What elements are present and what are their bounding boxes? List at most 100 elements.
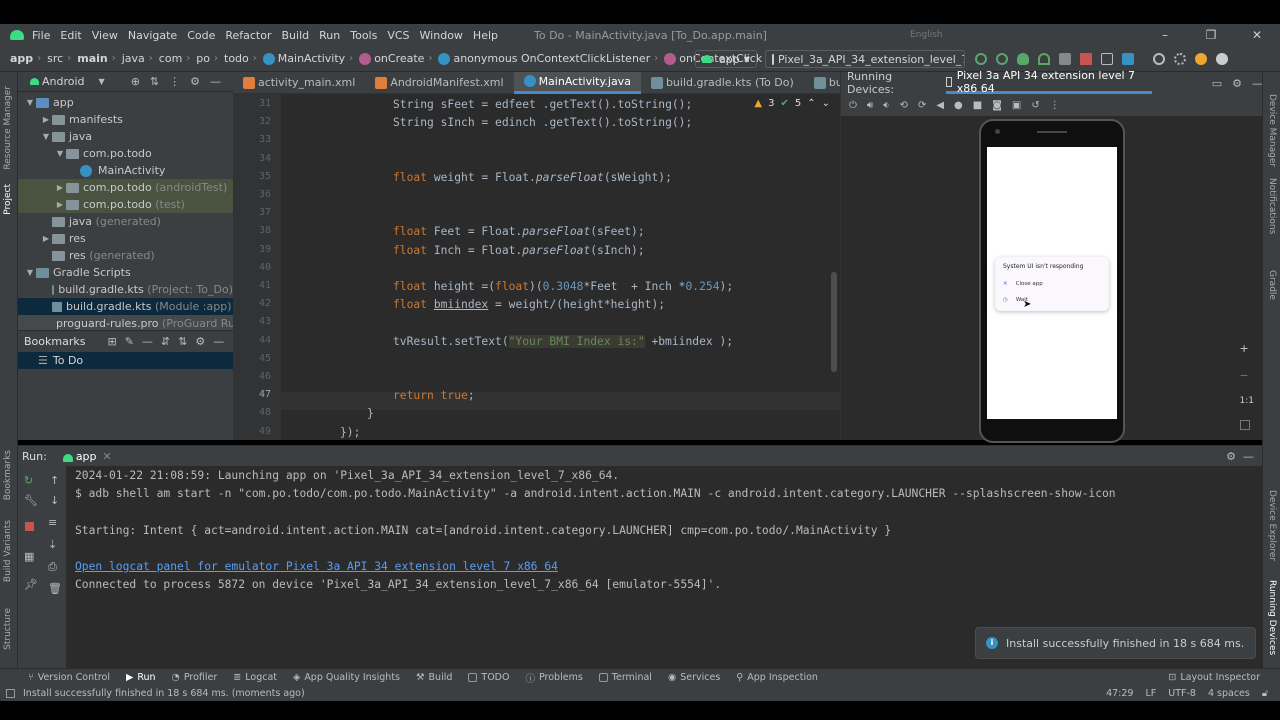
- emulator-screen[interactable]: System UI isn't responding ✕ Close app ◷ W…: [987, 147, 1117, 419]
- menu-file[interactable]: File: [32, 29, 50, 42]
- indent-setting[interactable]: 4 spaces: [1208, 688, 1250, 699]
- code-line[interactable]: float weight = Float.parseFloat(sWeight)…: [393, 171, 672, 184]
- tool-todo[interactable]: TODO: [468, 672, 509, 683]
- run-configuration-select[interactable]: app ▼: [695, 50, 757, 68]
- tool-problems[interactable]: ⓘ Problems: [525, 671, 582, 685]
- minimize-icon[interactable]: –: [1142, 28, 1188, 42]
- tree-item-build-gradle-module[interactable]: build.gradle.kts (Module :app): [18, 298, 233, 315]
- bookmark-list-item[interactable]: ☰ To Do: [18, 352, 233, 369]
- tree-item-res[interactable]: ▶ res: [18, 230, 233, 247]
- up-icon[interactable]: ⌃: [807, 98, 815, 109]
- up-icon[interactable]: ↑: [50, 474, 59, 487]
- code-line[interactable]: float bmiindex = weight/(height*height);: [393, 298, 665, 311]
- code-line[interactable]: float Feet = Float.parseFloat(sFeet);: [393, 225, 645, 238]
- menu-code[interactable]: Code: [187, 29, 215, 42]
- down-icon[interactable]: ⌄: [822, 98, 830, 109]
- menu-vcs[interactable]: VCS: [387, 29, 409, 42]
- crumb-src[interactable]: src: [47, 52, 63, 65]
- stop-icon[interactable]: [25, 522, 34, 531]
- tool-logcat[interactable]: ≣ Logcat: [233, 672, 277, 683]
- code-line[interactable]: String sFeet = edfeet .getText().toStrin…: [393, 98, 692, 111]
- rotate-right-icon[interactable]: ⟳: [918, 100, 926, 111]
- down-icon[interactable]: ↓: [50, 494, 59, 507]
- notifications-tab[interactable]: Notifications: [1267, 178, 1277, 234]
- crumb-todo[interactable]: todo: [224, 52, 249, 65]
- menu-navigate[interactable]: Navigate: [128, 29, 177, 42]
- device-tab[interactable]: Pixel 3a API 34 extension level 7 x86 64: [946, 69, 1152, 95]
- overview-icon[interactable]: ■: [973, 100, 982, 111]
- rotate-left-icon[interactable]: ⟲: [900, 100, 908, 111]
- anr-close-option[interactable]: ✕ Close app: [1003, 281, 1043, 287]
- project-tab[interactable]: Project: [3, 184, 13, 215]
- hide-icon[interactable]: —: [210, 75, 221, 88]
- crumb-oncreate[interactable]: onCreate: [374, 52, 424, 65]
- rerun-icon[interactable]: ↻: [24, 474, 33, 487]
- bookmarks-tab[interactable]: Bookmarks: [3, 450, 13, 500]
- tree-item-manifests[interactable]: ▶ manifests: [18, 111, 233, 128]
- tool-version-control[interactable]: ⑂ Version Control: [28, 672, 110, 683]
- code-line[interactable]: float height =(float)(0.3048*Feet + Inch…: [393, 280, 733, 293]
- menu-run[interactable]: Run: [319, 29, 340, 42]
- tree-item-androidtest[interactable]: ▶ com.po.todo (androidTest): [18, 179, 233, 196]
- screenshot-icon[interactable]: ◙: [992, 100, 1002, 111]
- project-view-select[interactable]: Android: [42, 75, 85, 88]
- zoom-actual-size-button[interactable]: 1:1: [1240, 396, 1254, 406]
- file-encoding[interactable]: UTF-8: [1168, 688, 1196, 699]
- screen-record-icon[interactable]: ▣: [1012, 100, 1021, 111]
- menu-view[interactable]: View: [92, 29, 118, 42]
- attach-debugger-icon[interactable]: [1059, 53, 1071, 65]
- tree-item-gradle-scripts[interactable]: ▼ Gradle Scripts: [18, 264, 233, 281]
- soft-wrap-icon[interactable]: ≡: [48, 516, 57, 529]
- code-line[interactable]: return true;: [393, 389, 475, 402]
- tool-app-inspection[interactable]: ⚲ App Inspection: [736, 672, 818, 683]
- device-manager-icon[interactable]: [1101, 53, 1113, 65]
- snapshot-icon[interactable]: ↺: [1031, 100, 1039, 111]
- update-icon[interactable]: [1195, 53, 1207, 65]
- print-icon[interactable]: ⎙: [48, 560, 57, 574]
- crumb-mainactivity[interactable]: MainActivity: [278, 52, 345, 65]
- debug-icon[interactable]: [1017, 53, 1029, 65]
- tool-services[interactable]: ◉ Services: [668, 672, 720, 683]
- install-notification[interactable]: i Install successfully finished in 18 s …: [975, 627, 1256, 659]
- remove-icon[interactable]: —: [142, 335, 153, 348]
- gear-icon[interactable]: ⚙: [190, 75, 200, 88]
- new-tab-icon[interactable]: ▭: [1212, 77, 1222, 90]
- tool-build[interactable]: ⚒ Build: [416, 672, 452, 683]
- add-bookmark-icon[interactable]: ⊞: [107, 335, 116, 348]
- account-icon[interactable]: [1216, 53, 1228, 65]
- trash-icon[interactable]: 🗑︎: [48, 582, 62, 595]
- crumb-app[interactable]: app: [10, 52, 33, 65]
- running-devices-tab[interactable]: Running Devices: [1267, 580, 1277, 655]
- locate-icon[interactable]: ⊕: [131, 75, 140, 88]
- pin-icon[interactable]: 📌︎: [24, 578, 38, 591]
- tree-item-build-gradle-project[interactable]: build.gradle.kts (Project: To_Do): [18, 281, 233, 298]
- tool-app-quality-insights[interactable]: ◈ App Quality Insights: [293, 672, 400, 683]
- gear-icon[interactable]: ⚙: [195, 335, 205, 348]
- settings-icon[interactable]: [1174, 53, 1186, 65]
- tree-item-test[interactable]: ▶ com.po.todo (test): [18, 196, 233, 213]
- device-manager-tab[interactable]: Device Manager: [1267, 94, 1277, 167]
- code-line[interactable]: tvResult.setText("Your BMI Index is:" +b…: [393, 334, 733, 348]
- apply-changes-icon[interactable]: [975, 53, 987, 65]
- crumb-po[interactable]: po: [196, 52, 210, 65]
- tree-item-app[interactable]: ▼ app: [18, 94, 233, 111]
- tree-item-mainactivity[interactable]: MainActivity: [18, 162, 233, 179]
- crumb-main[interactable]: main: [77, 52, 108, 65]
- close-icon[interactable]: ✕: [103, 450, 112, 463]
- edit-icon[interactable]: ✎: [125, 335, 134, 348]
- tool-terminal[interactable]: Terminal: [598, 672, 652, 683]
- tree-item-package[interactable]: ▼ com.po.todo: [18, 145, 233, 162]
- tree-item-java[interactable]: ▼ java: [18, 128, 233, 145]
- crumb-listener[interactable]: anonymous OnContextClickListener: [453, 52, 650, 65]
- sdk-manager-icon[interactable]: [1122, 53, 1134, 65]
- tab-activity-main[interactable]: activity_main.xml: [233, 72, 365, 94]
- line-separator[interactable]: LF: [1145, 688, 1156, 699]
- tool-run[interactable]: ▶ Run: [126, 672, 156, 683]
- caret-position[interactable]: 47:29: [1106, 688, 1133, 699]
- volume-down-icon[interactable]: 🔉︎: [883, 100, 889, 111]
- crumb-java[interactable]: java: [122, 52, 145, 65]
- crumb-com[interactable]: com: [159, 52, 183, 65]
- hide-icon[interactable]: —: [213, 335, 224, 348]
- code-line[interactable]: String sInch = edinch .getText().toStrin…: [393, 116, 692, 129]
- back-icon[interactable]: ◀: [936, 100, 944, 111]
